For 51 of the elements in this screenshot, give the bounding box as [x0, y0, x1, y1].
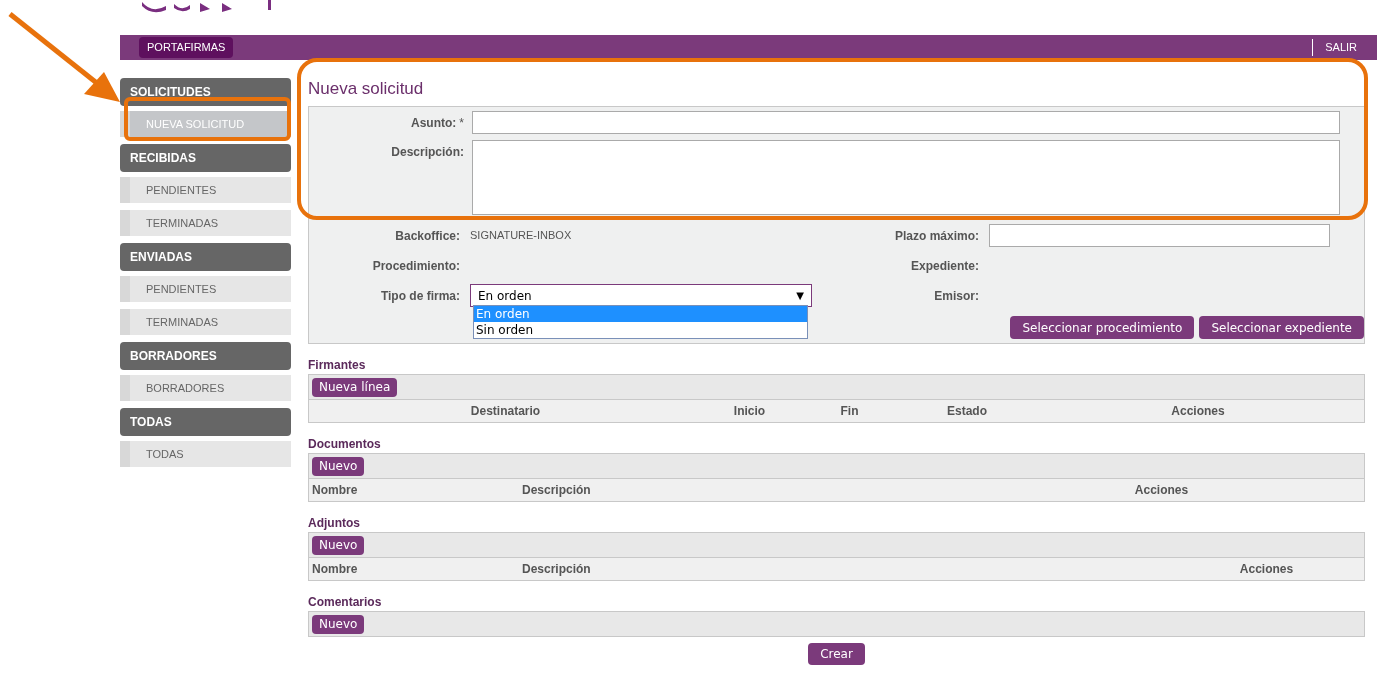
sidebar-item[interactable]: TODAS	[120, 441, 291, 467]
sidebar-header[interactable]: ENVIADAS	[120, 243, 291, 271]
field-label: Plazo máximo:	[893, 227, 980, 245]
sidebar-header[interactable]: BORRADORES	[120, 342, 291, 370]
sidebar-item[interactable]: TERMINADAS	[120, 210, 291, 236]
section-title: Adjuntos	[308, 515, 361, 532]
section-title: Comentarios	[308, 594, 383, 611]
field-label: Backoffice:	[394, 227, 461, 245]
page-title: Nueva solicitud	[308, 78, 425, 100]
new-button[interactable]: Nuevo	[312, 614, 365, 634]
new-button[interactable]: Nuevo	[312, 535, 365, 555]
section-title: Firmantes	[308, 357, 367, 374]
column-header: Destinatario	[469, 403, 542, 420]
portafirmas-tab[interactable]: PORTAFIRMAS	[139, 37, 234, 58]
sidebar-item[interactable]: PENDIENTES	[120, 276, 291, 302]
column-header: Descripción	[522, 561, 592, 578]
column-header: Nombre	[311, 561, 359, 578]
column-header: Acciones	[1133, 482, 1190, 499]
sidebar-header[interactable]: RECIBIDAS	[120, 144, 291, 172]
text-field[interactable]	[472, 111, 1340, 134]
field-label: Procedimiento:	[371, 257, 461, 275]
new-button[interactable]: Nueva línea	[312, 377, 398, 397]
select-field[interactable]: En orden ▼	[470, 284, 812, 307]
field-label: Expediente:	[910, 257, 980, 275]
column-header: Descripción	[522, 482, 592, 499]
sidebar-item[interactable]: BORRADORES	[120, 375, 291, 401]
field-label: Descripción:	[391, 144, 464, 161]
create-button[interactable]: Crear	[808, 643, 865, 665]
sidebar-item[interactable]: PENDIENTES	[120, 177, 291, 203]
field-label: Emisor:	[933, 287, 980, 305]
column-header: Acciones	[1170, 403, 1226, 420]
required-mark: *	[459, 115, 464, 132]
column-header: Nombre	[311, 482, 359, 499]
column-header: Fin	[839, 403, 860, 420]
sidebar-item[interactable]: TERMINADAS	[120, 309, 291, 335]
logout-link[interactable]: SALIR	[1312, 39, 1357, 56]
select-button[interactable]: Seleccionar expediente	[1199, 316, 1364, 339]
text-area[interactable]	[472, 140, 1340, 215]
select-button[interactable]: Seleccionar procedimiento	[1010, 316, 1195, 339]
column-header: Estado	[946, 403, 988, 420]
section-title: Documentos	[308, 436, 382, 453]
column-header: Inicio	[732, 403, 767, 420]
text-field[interactable]	[989, 224, 1330, 247]
sidebar-header[interactable]: TODAS	[120, 408, 291, 436]
field-value: SIGNATURE-INBOX	[470, 228, 572, 244]
new-button[interactable]: Nuevo	[312, 456, 365, 476]
dropdown-arrow-icon: ▼	[796, 288, 804, 303]
dropdown-option[interactable]: En orden	[474, 306, 807, 322]
column-header: Acciones	[1238, 561, 1295, 578]
field-label: Tipo de firma:	[379, 287, 461, 305]
field-label: Asunto:	[411, 115, 457, 132]
